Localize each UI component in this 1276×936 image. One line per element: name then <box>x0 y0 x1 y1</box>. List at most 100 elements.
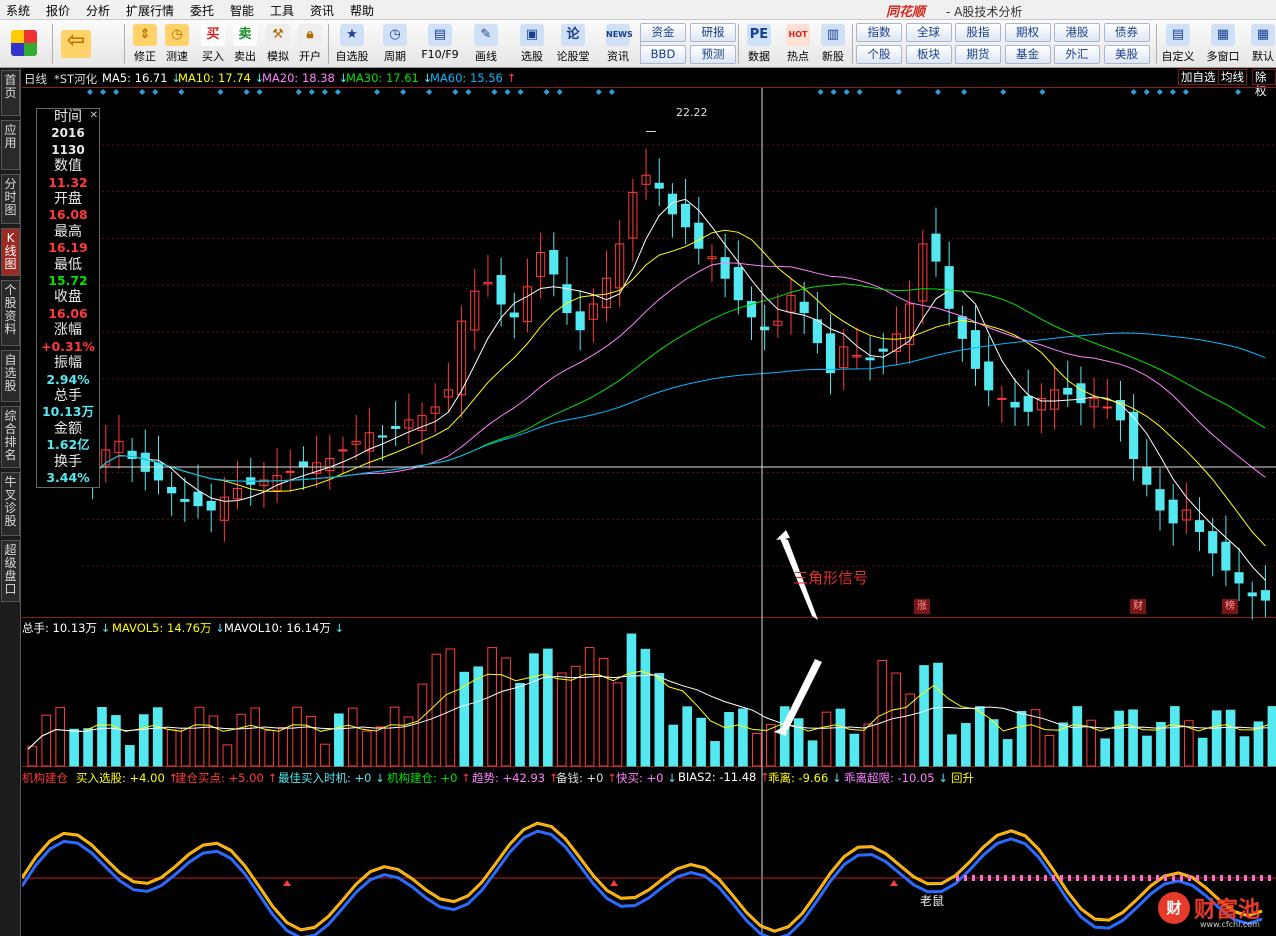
menu-item[interactable]: 系统 <box>6 2 30 19</box>
indicator-tick <box>1244 875 1247 881</box>
market-grid-button[interactable]: 美股 <box>1103 45 1150 64</box>
toolbar-button[interactable]: ⚒ 模拟 <box>263 22 293 66</box>
low-label: 最低 <box>54 256 82 273</box>
sell-icon: 卖 <box>233 24 257 46</box>
menu-item[interactable]: 扩展行情 <box>126 2 174 19</box>
chart-canvas <box>22 88 1276 936</box>
menu-item[interactable]: 报价 <box>46 2 70 19</box>
indicator-tick <box>1100 875 1103 881</box>
toolbar-button[interactable]: ▥ 新股 <box>818 22 848 66</box>
indicator-tick <box>1260 875 1263 881</box>
volume-bar <box>612 682 623 767</box>
window-title: - A股技术分析 <box>946 5 1023 19</box>
toolbar-button[interactable]: ◷ 周期 <box>376 22 414 66</box>
left-tab[interactable]: 应用 <box>1 120 20 170</box>
market-grid-button[interactable]: 期货 <box>955 45 1001 64</box>
toolbar-button[interactable]: ★ 自选股 <box>332 22 372 66</box>
close-icon[interactable]: ✕ <box>90 108 98 124</box>
market-grid-button[interactable]: 债券 <box>1103 23 1150 42</box>
left-tab[interactable]: 综合排名 <box>1 406 20 468</box>
date-year: 2016 <box>51 126 85 141</box>
menu-item[interactable]: 分析 <box>86 2 110 19</box>
date-md: 1130 <box>51 142 85 157</box>
market-grid-button[interactable]: 个股 <box>856 45 902 64</box>
indicator-tick <box>1164 875 1167 881</box>
indicator-tick <box>1028 875 1031 881</box>
left-tab[interactable]: 牛叉诊股 <box>1 472 20 536</box>
turnover-value: 3.44% <box>46 469 90 485</box>
toolbar-button[interactable]: ▤ F10/F9 <box>418 22 462 66</box>
kline-chart-area[interactable]: 日线 *ST河化 MA5: 16.71 ↓ MA10: 17.74 ↓ MA20… <box>22 68 1276 936</box>
open-label: 开盘 <box>54 191 82 208</box>
annotation-arrowhead-up <box>776 530 790 540</box>
candle-body <box>153 462 164 481</box>
event-flag-finance[interactable]: 财 <box>1130 599 1146 614</box>
left-tab[interactable]: 个股资料 <box>1 280 20 346</box>
toolbar-button[interactable]: 买买入 <box>198 22 228 66</box>
toolbar-button[interactable]: ▦ 多窗口 <box>1203 22 1243 66</box>
left-tab[interactable]: 分时图 <box>1 174 20 224</box>
market-grid-button[interactable]: 港股 <box>1054 23 1100 42</box>
menu-item[interactable]: 委托 <box>190 2 214 19</box>
toolbar-button[interactable]: ✎ 画线 <box>466 22 506 66</box>
market-grid-button[interactable]: 指数 <box>856 23 902 42</box>
market-grid-button[interactable]: 股指 <box>955 23 1001 42</box>
toolbar-button[interactable]: 论论股堂 <box>553 22 593 66</box>
toolbar-button-label: 自定义 <box>1161 50 1195 63</box>
left-tab[interactable]: 超级盘口 <box>1 540 20 602</box>
menu-item[interactable]: 资讯 <box>310 2 334 19</box>
quick-grid-button[interactable]: 预测 <box>690 45 736 64</box>
toolbar-button[interactable]: PE 数据 <box>742 22 776 66</box>
indicator-name[interactable]: 机构建仓 <box>22 770 68 786</box>
quick-grid-button[interactable]: BBD <box>640 45 686 64</box>
left-tab[interactable]: K线图 <box>1 228 20 276</box>
indicator-institution: 机构建仓: +0 ↑ <box>387 771 471 785</box>
candle-body <box>338 449 348 452</box>
quick-grid-button[interactable]: 研报 <box>690 23 736 42</box>
toolbar-button-label: 热点 <box>787 50 809 63</box>
event-flag-ranking[interactable]: 榜 <box>1222 599 1238 614</box>
toolbar-button[interactable]: ⇦ <box>58 22 94 66</box>
indicator-rebound: 回升 <box>951 771 974 785</box>
signal-diamond <box>113 89 120 95</box>
toolbar-button[interactable]: ◷ 测速 <box>162 22 192 66</box>
volume-bar <box>668 724 679 767</box>
toolbar-button[interactable]: 🔒︎ 开户 <box>295 22 325 66</box>
market-grid-button[interactable]: 期权 <box>1004 23 1051 42</box>
indicator-tick <box>964 875 967 881</box>
event-flag-limit-up[interactable]: 涨 <box>914 599 930 614</box>
volume-bar <box>570 665 581 767</box>
toolbar-button[interactable]: ▤ 自定义 <box>1158 22 1198 66</box>
buy-icon: 买 <box>201 24 225 46</box>
market-grid-button[interactable]: 外汇 <box>1054 45 1100 64</box>
indicator-tick <box>1236 875 1239 881</box>
toolbar-button-label: 论股堂 <box>556 50 590 63</box>
candle-body <box>206 500 216 511</box>
left-tab[interactable]: 自选股 <box>1 350 20 402</box>
menu-item[interactable]: 工具 <box>270 2 294 19</box>
market-grid-button[interactable]: 基金 <box>1004 45 1051 64</box>
toolbar-button[interactable]: ▣ 选股 <box>513 22 551 66</box>
toolbar-button[interactable]: ▦ 默认 <box>1249 22 1276 66</box>
quick-grid-button[interactable]: 资金 <box>640 23 686 42</box>
volume-bar <box>69 728 79 767</box>
toolbar-button[interactable]: HOT 热点 <box>781 22 815 66</box>
candle-body <box>1194 520 1205 532</box>
market-grid-button[interactable]: 板块 <box>905 45 952 64</box>
toolbar-button-label: 模拟 <box>267 50 289 63</box>
candle-body <box>812 319 822 344</box>
menu-item[interactable]: 智能 <box>230 2 254 19</box>
volume-bar <box>752 733 762 767</box>
toolbar-button-label: 测速 <box>166 50 188 63</box>
amount-label: 金额 <box>54 420 82 437</box>
market-grid-button[interactable]: 全球 <box>905 23 952 42</box>
left-tab[interactable]: 首页 <box>1 70 20 116</box>
menu-item[interactable]: 帮助 <box>350 2 374 19</box>
toolbar-button[interactable]: NEWS 资讯 <box>598 22 638 66</box>
toolbar-button[interactable]: 卖卖出 <box>230 22 260 66</box>
toolbar-button[interactable]: ⇕ 修正 <box>130 22 160 66</box>
clock-icon: ◷ <box>165 24 189 46</box>
toolbar-button[interactable] <box>6 22 42 66</box>
volume-bar <box>445 648 456 767</box>
volume-bar <box>933 662 943 767</box>
